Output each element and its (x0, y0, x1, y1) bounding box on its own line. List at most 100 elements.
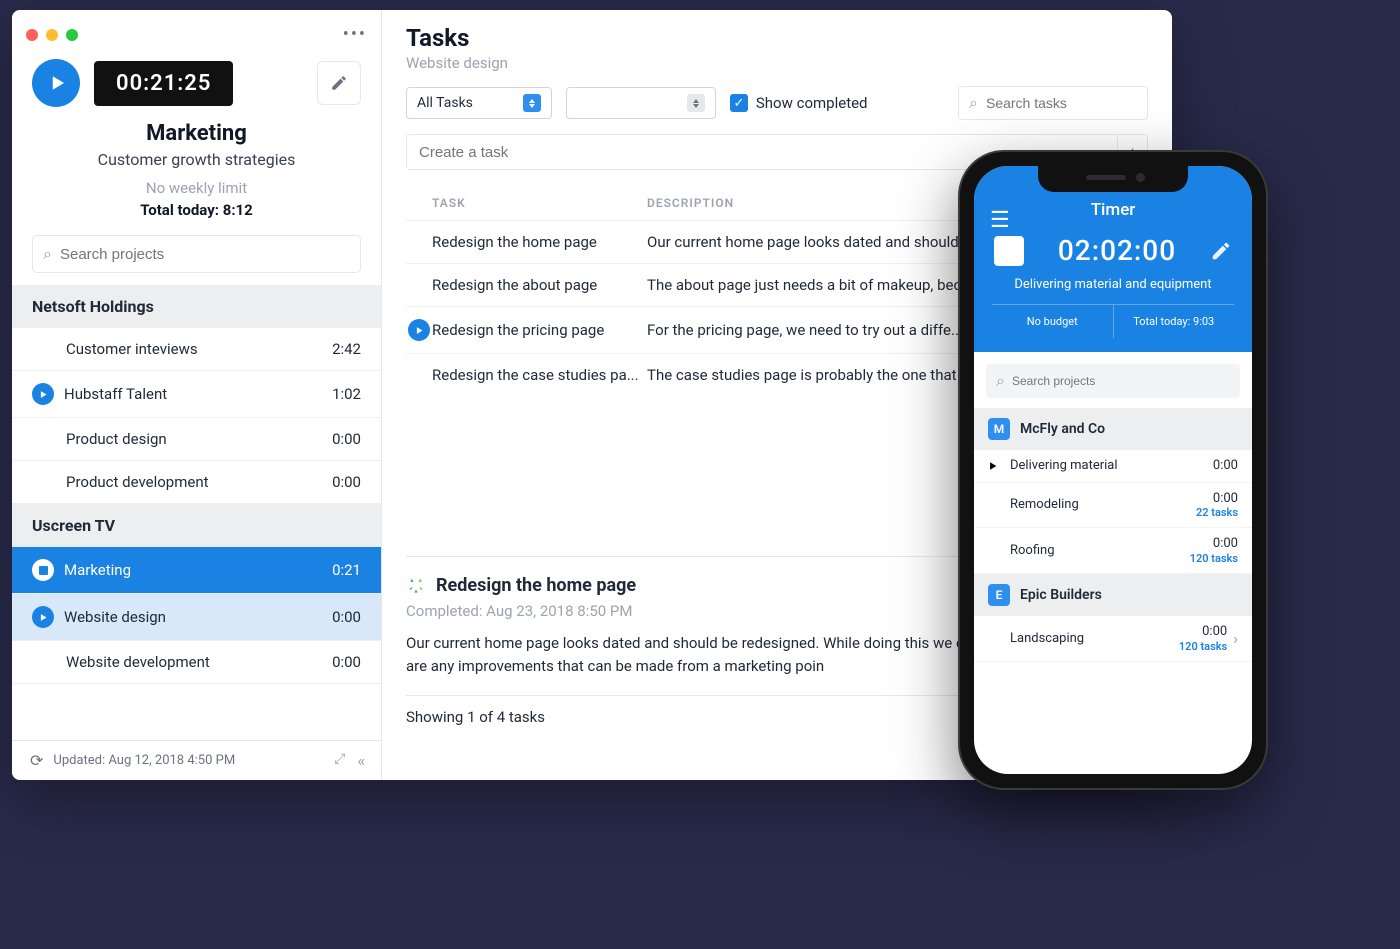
more-icon[interactable]: ••• (343, 24, 367, 45)
project-row[interactable]: Product development 0:00 (12, 461, 381, 504)
col-desc-header: DESCRIPTION (647, 196, 734, 210)
search-projects-input[interactable] (60, 246, 350, 263)
search-projects[interactable] (32, 235, 361, 273)
phone-project-time: 0:00 (1179, 624, 1227, 640)
col-task-header: TASK (432, 196, 647, 210)
project-time: 2:42 (332, 340, 361, 358)
play-icon[interactable] (32, 383, 54, 405)
search-tasks[interactable] (958, 86, 1148, 120)
phone-project-row[interactable]: Delivering material 0:00 (974, 450, 1252, 483)
updated-text: Updated: Aug 12, 2018 4:50 PM (53, 753, 235, 768)
project-name: Customer inteviews (66, 340, 198, 358)
project-row[interactable]: Marketing 0:21 (12, 547, 381, 594)
phone-screen: ☰ Timer 02:02:00 Delivering material and… (974, 166, 1252, 774)
org-avatar: E (988, 584, 1010, 606)
chevron-right-icon: › (1233, 629, 1238, 648)
phone-project-time: 0:00 (1213, 458, 1238, 474)
phone-current-task: Delivering material and equipment (992, 277, 1234, 292)
sidebar-footer: Updated: Aug 12, 2018 4:50 PM (12, 740, 381, 780)
phone-header: ☰ Timer 02:02:00 Delivering material and… (974, 166, 1252, 352)
show-completed-label: Show completed (756, 94, 868, 112)
sidebar: ••• 00:21:25 Marketing Customer growth s… (12, 10, 382, 780)
project-name: Website design (64, 608, 166, 626)
show-completed-checkbox[interactable]: ✓ Show completed (730, 94, 868, 112)
phone-project-name: Delivering material (1010, 458, 1213, 473)
project-name: Website development (66, 653, 210, 671)
phone-search-projects[interactable] (986, 364, 1240, 398)
filter-value: All Tasks (417, 95, 473, 111)
phone-notch (1038, 166, 1188, 192)
play-button[interactable] (32, 59, 80, 107)
dropdown-icon (687, 94, 705, 112)
play-icon[interactable] (408, 319, 430, 341)
phone-stat-budget: No budget (992, 305, 1114, 338)
phone-device: ☰ Timer 02:02:00 Delivering material and… (958, 150, 1268, 790)
project-time: 0:00 (332, 608, 361, 626)
total-today: Total today: 8:12 (12, 201, 381, 219)
org-name: McFly and Co (1020, 421, 1105, 437)
stop-icon[interactable] (32, 559, 54, 581)
collapse-icon[interactable] (334, 751, 345, 770)
phone-org-header: E Epic Builders (974, 574, 1252, 616)
phone-project-name: Remodeling (1010, 497, 1196, 512)
org-avatar: M (988, 418, 1010, 440)
task-name: Redesign the about page (432, 276, 647, 294)
project-time: 0:00 (332, 473, 361, 491)
project-name: Hubstaff Talent (64, 385, 167, 403)
minimize-dot[interactable] (46, 29, 58, 41)
phone-project-row[interactable]: Roofing 0:00120 tasks (974, 528, 1252, 574)
phone-project-name: Roofing (1010, 543, 1190, 558)
phone-project-time: 0:00 (1196, 491, 1238, 507)
checkbox-icon: ✓ (730, 94, 748, 112)
phone-search-input[interactable] (1012, 374, 1230, 388)
project-row[interactable]: Website development 0:00 (12, 641, 381, 684)
filter-row: All Tasks ✓ Show completed (406, 86, 1148, 120)
refresh-icon[interactable] (30, 751, 43, 770)
phone-project-name: Landscaping (1010, 631, 1179, 646)
window-controls: ••• (12, 10, 381, 51)
pencil-icon[interactable] (1210, 240, 1232, 262)
search-icon (43, 244, 52, 264)
project-title: Marketing (12, 121, 381, 146)
phone-project-row[interactable]: Remodeling 0:0022 tasks (974, 483, 1252, 529)
phone-stat-today: Total today: 9:03 (1114, 305, 1235, 338)
play-icon[interactable] (32, 606, 54, 628)
filter-secondary-select[interactable] (566, 87, 716, 119)
phone-task-count: 120 tasks (1190, 552, 1238, 565)
hamburger-icon[interactable]: ☰ (990, 208, 1010, 233)
task-name: Redesign the pricing page (432, 321, 647, 339)
zoom-dot[interactable] (66, 29, 78, 41)
close-dot[interactable] (26, 29, 38, 41)
phone-org-header: M McFly and Co (974, 408, 1252, 450)
project-subtitle: Customer growth strategies (12, 150, 381, 169)
phone-timer: 02:02:00 (1058, 234, 1176, 267)
org-name: Epic Builders (1020, 587, 1102, 603)
search-tasks-input[interactable] (986, 95, 1137, 111)
dropdown-icon (523, 94, 541, 112)
phone-stop-button[interactable] (994, 236, 1024, 266)
timer-display: 00:21:25 (94, 61, 233, 106)
detail-title: Redesign the home page (436, 575, 636, 596)
project-row[interactable]: Website design 0:00 (12, 594, 381, 641)
tasks-subtitle: Website design (406, 54, 1148, 72)
tasks-title: Tasks (406, 24, 1148, 52)
phone-project-time: 0:00 (1190, 536, 1238, 552)
project-time: 0:21 (332, 561, 361, 579)
phone-task-count: 120 tasks (1179, 640, 1227, 653)
project-row[interactable]: Product design 0:00 (12, 418, 381, 461)
project-time: 0:00 (332, 653, 361, 671)
task-name: Redesign the case studies pa... (432, 366, 647, 384)
project-row[interactable]: Customer inteviews 2:42 (12, 328, 381, 371)
chevron-left-icon[interactable] (357, 751, 363, 770)
timer-row: 00:21:25 (12, 51, 381, 117)
org-header: Netsoft Holdings (12, 285, 381, 328)
phone-project-row[interactable]: Landscaping 0:00120 tasks › (974, 616, 1252, 662)
filter-tasks-select[interactable]: All Tasks (406, 87, 552, 119)
project-time: 0:00 (332, 430, 361, 448)
task-name: Redesign the home page (432, 233, 647, 251)
project-row[interactable]: Hubstaff Talent 1:02 (12, 371, 381, 418)
project-time: 1:02 (332, 385, 361, 403)
edit-timer-button[interactable] (317, 61, 361, 105)
pencil-icon (330, 74, 348, 92)
project-name: Product design (66, 430, 167, 448)
